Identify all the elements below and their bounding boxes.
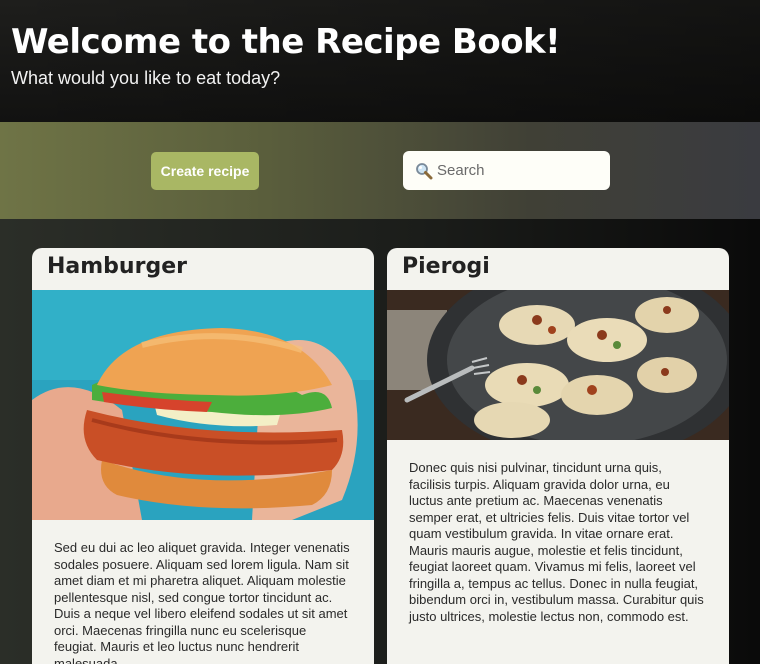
recipe-title: Pierogi: [402, 254, 490, 279]
search-input[interactable]: [437, 162, 597, 179]
hamburger-photo: [32, 290, 374, 520]
recipe-title: Hamburger: [47, 254, 187, 279]
page-header: Welcome to the Recipe Book! What would y…: [0, 0, 760, 122]
toolbar: Create recipe: [0, 122, 760, 219]
create-recipe-button[interactable]: Create recipe: [151, 152, 259, 190]
page-title: Welcome to the Recipe Book!: [11, 22, 561, 62]
pierogi-photo: [387, 290, 729, 440]
recipe-card-hamburger[interactable]: Hamburger Sed eu dui ac leo aliquet grav…: [32, 248, 374, 664]
recipe-description: Donec quis nisi pulvinar, tincidunt urna…: [409, 460, 704, 624]
recipe-description: Sed eu dui ac leo aliquet gravida. Integ…: [54, 540, 350, 664]
page-subtitle: What would you like to eat today?: [11, 68, 281, 88]
search-box[interactable]: [403, 151, 610, 190]
recipe-card-pierogi[interactable]: Pierogi Donec quis nisi pulvinar, tincid…: [387, 248, 729, 664]
magnifier-icon: [415, 162, 433, 180]
